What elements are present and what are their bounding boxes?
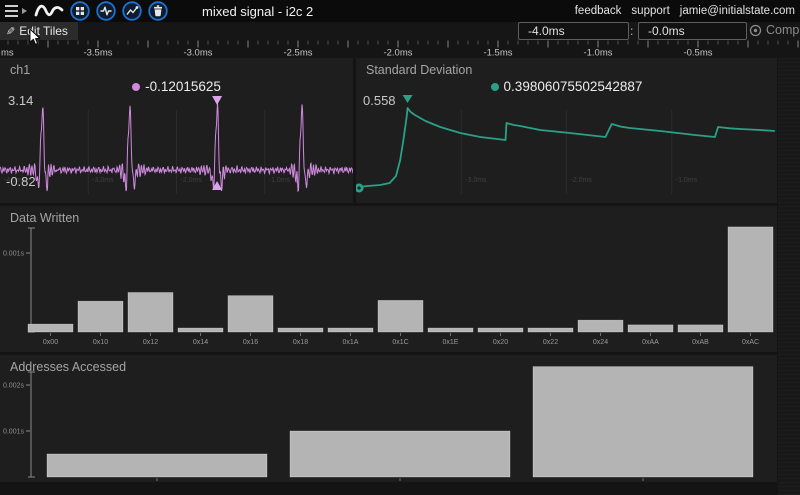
tile-ch1-selected-value: -0.12015625: [145, 79, 221, 94]
ch1-marker-top[interactable]: [212, 96, 222, 105]
bar-label: 0xAA: [642, 339, 659, 346]
bar-0xAA[interactable]: [628, 325, 673, 332]
chart-axis-label: -3.0ms: [92, 177, 114, 184]
bar-label: 0x1E: [443, 339, 459, 346]
initialstate-logo-icon[interactable]: [34, 0, 64, 22]
support-link[interactable]: support: [631, 5, 669, 17]
app-root: mixed signal - i2c 2 feedback support ja…: [0, 0, 800, 495]
pencil-icon: ✎: [6, 25, 15, 38]
bar-0x00[interactable]: [47, 454, 267, 477]
std-y-max: 0.558: [363, 93, 396, 108]
bar-label: 0xAB: [692, 339, 709, 346]
edit-tiles-label: Edit Tiles: [19, 24, 68, 38]
ruler-label: -0.5ms: [683, 48, 712, 59]
ruler-label: -3.0ms: [183, 48, 212, 59]
std-start-marker-hole: [358, 186, 361, 189]
bar-label: 0x00: [43, 339, 58, 346]
bar-0x1A[interactable]: [328, 328, 373, 332]
tile-data-written: Data Written 0.001s0x000x100x120x140x160…: [0, 206, 777, 352]
y-tick-label: 0.001s: [3, 429, 25, 436]
range-start-input[interactable]: [518, 22, 629, 40]
chart-axis-label: -1.0ms: [269, 177, 291, 184]
bar-label: 0x16: [243, 339, 258, 346]
top-bar-left: mixed signal - i2c 2: [0, 0, 313, 22]
tile-std-legend: 0.39806075502542887: [356, 79, 777, 94]
bar-0x22[interactable]: [528, 328, 573, 332]
user-email-link[interactable]: jamie@initialstate.com: [680, 5, 795, 17]
range-separator: :: [630, 24, 633, 38]
bar-label: 0x22: [543, 339, 558, 346]
bar-0x1E[interactable]: [428, 328, 473, 332]
y-tick-label: 0.002s: [3, 383, 25, 390]
lines-app-icon[interactable]: [122, 1, 142, 21]
bar-label: 0x1C: [392, 339, 408, 346]
tile-std-title: Standard Deviation: [366, 63, 472, 77]
chart-axis-label: -3.0ms: [465, 177, 487, 184]
ch1-y-min: -0.82: [6, 174, 36, 189]
bar-label: 0x24: [593, 339, 608, 346]
bar-0x0D[interactable]: [290, 431, 510, 477]
bar-0x20[interactable]: [478, 328, 523, 332]
bar-0x14[interactable]: [178, 328, 223, 332]
bar-0x10[interactable]: [78, 301, 123, 332]
tile-dw-title: Data Written: [10, 211, 79, 225]
bar-0x50[interactable]: [533, 367, 753, 477]
tile-standard-deviation: Standard Deviation 0.39806075502542887 0…: [356, 58, 777, 203]
tile-ch1-title: ch1: [10, 63, 30, 77]
bar-0x18[interactable]: [278, 328, 323, 332]
ruler-label: -1.0ms: [583, 48, 612, 59]
bar-0xAC[interactable]: [728, 227, 773, 332]
compare-icon: [749, 24, 762, 37]
ruler-label: -2.0ms: [383, 48, 412, 59]
addresses-accessed-chart[interactable]: 0.002s0.001s0x000x0D0x50: [0, 355, 777, 482]
tile-ch1-legend: -0.12015625: [0, 79, 353, 94]
scrollbar-gutter[interactable]: [778, 58, 800, 495]
ch1-y-max: 3.14: [8, 93, 33, 108]
legend-dot-purple: [132, 83, 140, 91]
tile-std-selected-value: 0.39806075502542887: [504, 79, 643, 94]
expand-arrow-icon: [22, 8, 27, 14]
bar-label: 0x20: [493, 339, 508, 346]
toolbar: ✎ Edit Tiles : Compare: [0, 22, 800, 40]
bucket-title: mixed signal - i2c 2: [202, 4, 313, 19]
bar-label: 0x18: [293, 339, 308, 346]
chart-axis-label: -1.0ms: [676, 177, 698, 184]
bar-label: 0x14: [193, 339, 208, 346]
bar-0x00[interactable]: [28, 324, 73, 332]
bar-0x1C[interactable]: [378, 300, 423, 332]
ruler-label: -1.5ms: [483, 48, 512, 59]
bar-0xAB[interactable]: [678, 325, 723, 332]
tile-aa-title: Addresses Accessed: [10, 360, 126, 374]
bar-0x16[interactable]: [228, 296, 273, 332]
tile-addresses-accessed: Addresses Accessed 0.002s0.001s0x000x0D0…: [0, 355, 777, 482]
feedback-link[interactable]: feedback: [575, 5, 622, 17]
top-bar: mixed signal - i2c 2 feedback support ja…: [0, 0, 800, 22]
compare-toggle[interactable]: Compare: [749, 23, 800, 37]
mouse-cursor: [29, 28, 41, 46]
chart-axis-label: -2.0ms: [181, 177, 203, 184]
range-end-input[interactable]: [638, 22, 747, 40]
bar-label: 0x12: [143, 339, 158, 346]
tiles-app-icon[interactable]: [70, 1, 90, 21]
bucket-app-icon[interactable]: [148, 1, 168, 21]
menu-icon[interactable]: [4, 4, 28, 18]
ruler-label: -2.5ms: [283, 48, 312, 59]
bar-label: 0x1A: [343, 339, 359, 346]
bar-0x24[interactable]: [578, 320, 623, 332]
legend-dot-green: [491, 83, 499, 91]
y-tick-label: 0.001s: [3, 251, 25, 258]
ruler-label: -3.5ms: [83, 48, 112, 59]
waves-app-icon[interactable]: [96, 1, 116, 21]
compare-label: Compare: [766, 23, 800, 37]
bar-label: 0xAC: [742, 339, 759, 346]
bar-label: 0x10: [93, 339, 108, 346]
top-bar-links: feedback support jamie@initialstate.com: [575, 5, 800, 17]
bar-0x12[interactable]: [128, 293, 173, 333]
data-written-chart[interactable]: 0.001s 0x00 0x10 0x12 0x14 0x16 0x18 0x1A 0x1C 0x…: [0, 206, 777, 352]
ruler-label: ms: [1, 48, 14, 59]
timeline-ruler[interactable]: ms -3.5ms -3.0ms -2.5ms -2.0ms -1.5ms -1.0ms -0…: [0, 40, 800, 58]
chart-axis-label: -2.0ms: [571, 177, 593, 184]
std-peak-marker[interactable]: [403, 95, 413, 103]
tile-ch1: ch1 -0.12015625 3.14 -0.82 -4.0ms-3.0ms-…: [0, 58, 353, 203]
